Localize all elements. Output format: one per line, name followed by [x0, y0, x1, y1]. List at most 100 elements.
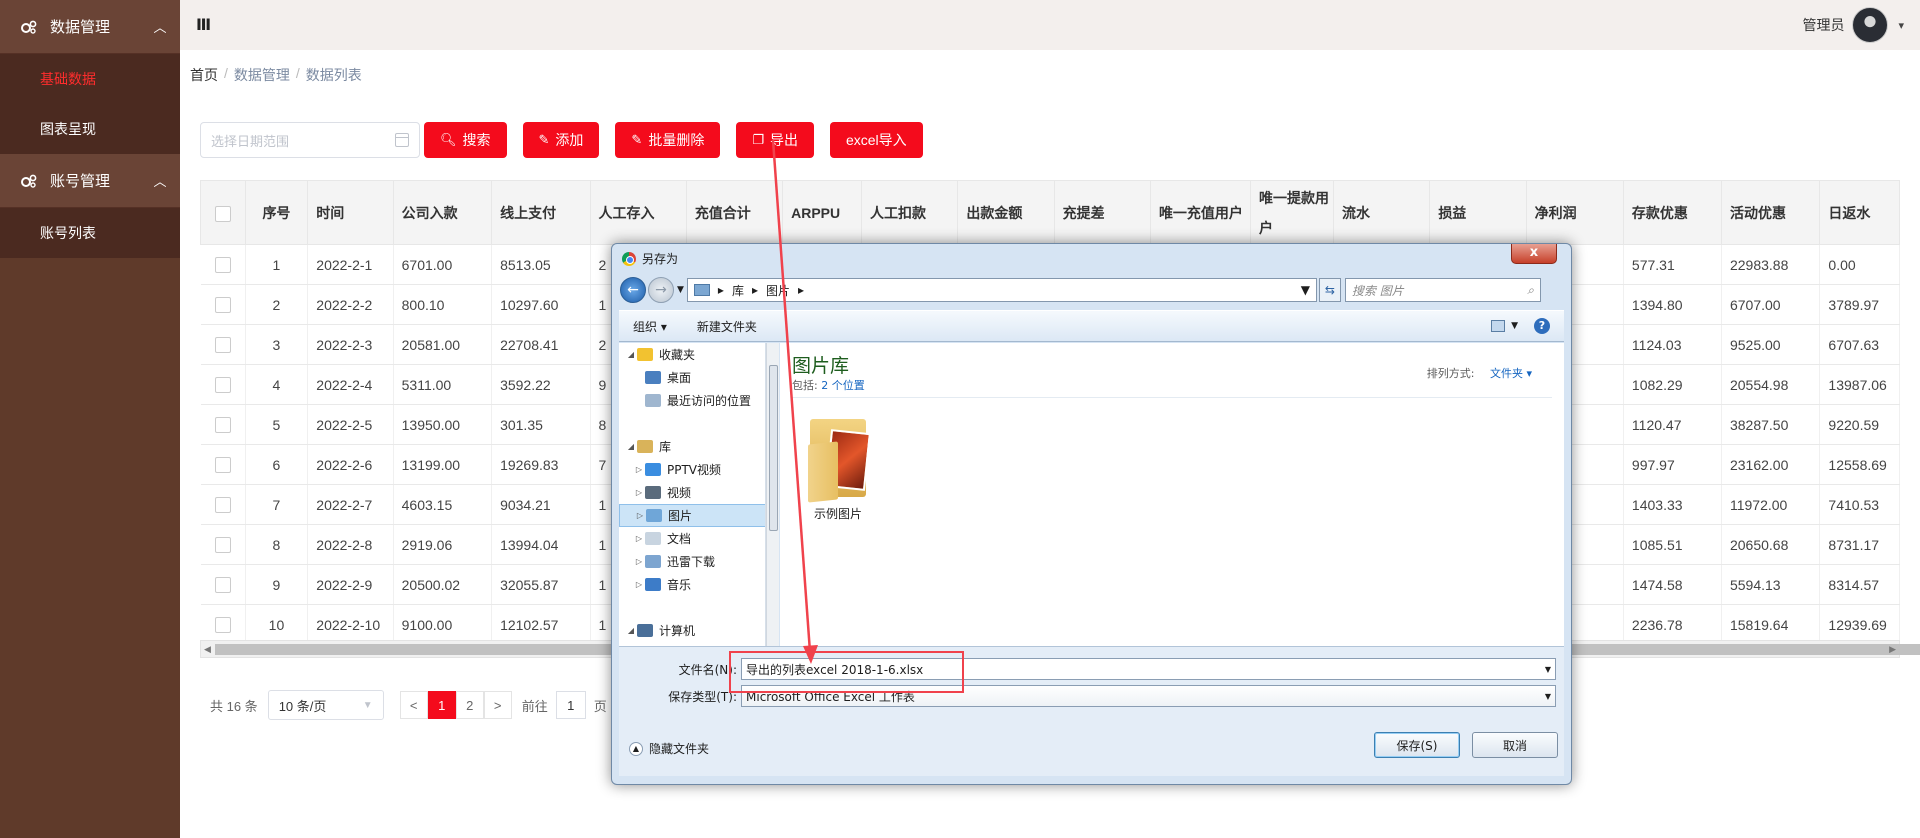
row-checkbox-cell[interactable] — [200, 604, 246, 645]
page-1-button[interactable]: 1 — [427, 691, 456, 719]
row-checkbox[interactable] — [214, 617, 231, 634]
row-checkbox[interactable] — [214, 537, 231, 554]
expand-icon[interactable]: ▷ — [633, 488, 645, 497]
table-cell: 23162.00 — [1721, 444, 1821, 485]
help-icon[interactable]: ? — [1534, 318, 1550, 334]
table-cell: 38287.50 — [1721, 404, 1821, 445]
row-checkbox-cell[interactable] — [200, 244, 246, 285]
search-icon: 🔍︎ — [440, 132, 457, 147]
excel-import-button[interactable]: excel导入 — [829, 122, 923, 158]
dialog-search-input[interactable]: 搜索 图片 ⌕ — [1344, 278, 1541, 302]
row-checkbox-cell[interactable] — [200, 444, 246, 485]
filetype-select[interactable]: Microsoft Office Excel 工作表 ▼ — [741, 685, 1556, 707]
prev-page-button[interactable]: < — [399, 691, 428, 719]
nav-tree-item[interactable]: ▷ PPTV视频 — [619, 458, 765, 481]
nav-tree-item[interactable]: 最近访问的位置 — [619, 389, 765, 412]
sort-value[interactable]: 文件夹 ▾ — [1490, 367, 1532, 380]
expand-icon[interactable]: ▷ — [633, 557, 645, 566]
sidebar-group-account-management[interactable]: 账号管理 ︿ — [0, 154, 180, 208]
breadcrumb-home[interactable]: 首页 — [190, 65, 218, 85]
avatar[interactable] — [1852, 7, 1889, 43]
next-page-button[interactable]: > — [483, 691, 512, 719]
table-cell: 5 — [245, 404, 309, 445]
forward-button[interactable]: → — [648, 277, 674, 303]
cancel-button[interactable]: 取消 — [1472, 732, 1558, 758]
view-options-button[interactable]: ▼ — [1491, 320, 1518, 332]
path-segment-pictures[interactable]: 图片 — [766, 282, 790, 299]
nav-tree-item[interactable]: ◢ 库 — [619, 435, 765, 458]
sidebar-item-account-list[interactable]: 账号列表 — [0, 208, 180, 258]
address-dropdown-icon[interactable]: ▼ — [1301, 283, 1310, 297]
chevron-down-icon[interactable]: ▼ — [1545, 665, 1551, 674]
scroll-left-icon[interactable]: ◀ — [204, 641, 211, 657]
add-button[interactable]: ✎ 添加 — [522, 122, 600, 158]
organize-menu[interactable]: 组织 ▾ — [633, 318, 667, 335]
new-folder-button[interactable]: 新建文件夹 — [697, 318, 757, 335]
row-checkbox-cell[interactable] — [200, 364, 246, 405]
row-checkbox-cell[interactable] — [200, 524, 246, 565]
row-checkbox-cell[interactable] — [200, 404, 246, 445]
address-bar[interactable]: ▸ 库 ▸ 图片 ▸ ▼ — [686, 278, 1317, 302]
history-dropdown-icon[interactable]: ▼ — [677, 285, 684, 295]
path-segment-library[interactable]: 库 — [732, 282, 744, 299]
refresh-button[interactable]: ⇆ — [1318, 278, 1341, 302]
row-checkbox[interactable] — [214, 457, 231, 474]
export-button[interactable]: ❐ 导出 — [736, 122, 814, 158]
back-button[interactable]: ← — [620, 277, 646, 303]
sidebar-group-data-management[interactable]: 数据管理 ︿ — [0, 0, 180, 54]
nav-tree-item[interactable]: ▷ 图片 — [619, 504, 765, 527]
scrollbar-thumb[interactable] — [769, 365, 778, 531]
chevron-down-icon[interactable]: ▼ — [1545, 692, 1551, 701]
goto-page-input[interactable]: 1 — [555, 691, 586, 719]
nav-tree-item[interactable]: ▷ 迅雷下载 — [619, 550, 765, 573]
nav-tree-item[interactable]: 桌面 — [619, 366, 765, 389]
row-checkbox[interactable] — [214, 297, 231, 314]
expand-icon[interactable]: ▷ — [633, 534, 645, 543]
breadcrumb-data-management[interactable]: 数据管理 — [234, 65, 290, 85]
nav-tree-item[interactable]: ▷ 视频 — [619, 481, 765, 504]
nav-tree-item[interactable]: ◢ 收藏夹 — [619, 343, 765, 366]
page-size-select[interactable]: 10 条/页 ▼ — [267, 690, 384, 720]
menu-toggle-icon[interactable]: Ⅲ — [196, 15, 211, 35]
table-cell: 2236.78 — [1623, 604, 1722, 645]
expand-icon[interactable]: ◢ — [625, 442, 637, 451]
page-2-button[interactable]: 2 — [455, 691, 484, 719]
expand-icon[interactable]: ◢ — [625, 350, 637, 359]
row-checkbox-cell[interactable] — [200, 284, 246, 325]
scroll-right-icon[interactable]: ▶ — [1889, 641, 1896, 657]
nav-tree-item[interactable]: ▷ 音乐 — [619, 573, 765, 596]
save-button[interactable]: 保存(S) — [1374, 732, 1460, 758]
expand-icon[interactable]: ▷ — [634, 511, 646, 520]
hide-folders-toggle[interactable]: ▲ 隐藏文件夹 — [629, 740, 709, 757]
search-button[interactable]: 🔍︎ 搜索 — [424, 122, 507, 158]
row-checkbox[interactable] — [214, 577, 231, 594]
row-checkbox-cell[interactable] — [200, 484, 246, 525]
goto-page: 前往 1 页 — [522, 691, 607, 719]
user-menu[interactable]: 管理员 ▾ — [1802, 0, 1920, 50]
row-checkbox[interactable] — [214, 337, 231, 354]
nav-tree-label: 收藏夹 — [659, 348, 696, 362]
library-locations-link[interactable]: 2 个位置 — [821, 379, 865, 392]
sidebar-item-basic-data[interactable]: 基础数据 — [0, 54, 180, 104]
select-all-checkbox[interactable] — [214, 205, 231, 222]
expand-icon[interactable]: ◢ — [625, 626, 637, 635]
select-all-checkbox-cell[interactable] — [200, 180, 246, 245]
row-checkbox[interactable] — [214, 257, 231, 274]
row-checkbox[interactable] — [214, 417, 231, 434]
row-checkbox[interactable] — [214, 377, 231, 394]
date-range-picker[interactable]: 选择日期范围 — [200, 122, 420, 158]
expand-icon[interactable]: ▷ — [633, 465, 645, 474]
row-checkbox-cell[interactable] — [200, 564, 246, 605]
row-checkbox-cell[interactable] — [200, 324, 246, 365]
nav-tree-item[interactable]: ▷ 文档 — [619, 527, 765, 550]
sidebar-item-chart-view[interactable]: 图表呈现 — [0, 104, 180, 154]
batch-delete-button[interactable]: ✎ 批量删除 — [615, 122, 721, 158]
folder-item-sample-pictures[interactable]: 示例图片 — [802, 411, 874, 522]
filename-input[interactable]: 导出的列表excel 2018-1-6.xlsx ▼ — [741, 658, 1556, 680]
row-checkbox[interactable] — [214, 497, 231, 514]
caret-down-icon[interactable]: ▾ — [1898, 19, 1904, 32]
navigation-scrollbar[interactable] — [766, 343, 779, 646]
dialog-close-button[interactable]: x — [1511, 244, 1557, 264]
expand-icon[interactable]: ▷ — [633, 580, 645, 589]
nav-tree-item[interactable]: ◢ 计算机 — [619, 619, 765, 642]
